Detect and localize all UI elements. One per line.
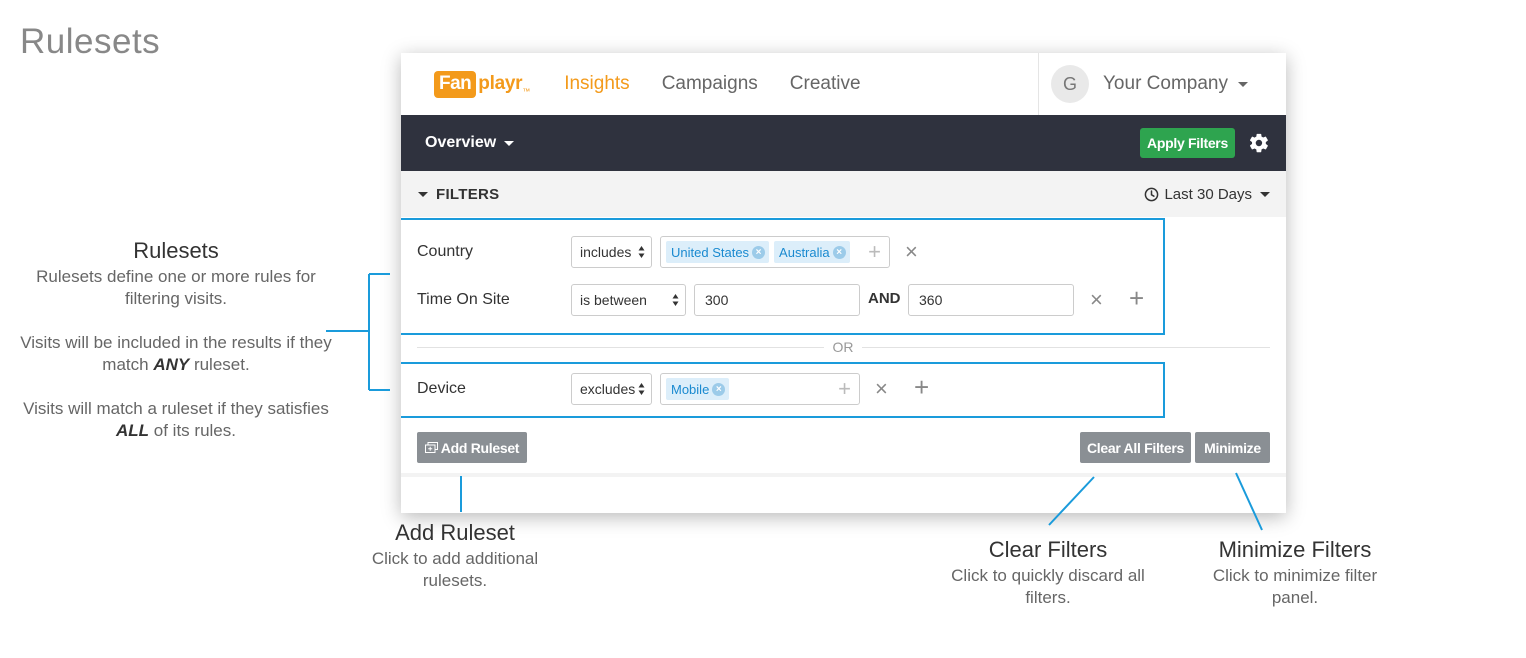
add-rule-icon[interactable]: + <box>1129 285 1144 311</box>
rule-row-country: Country includes United States × Australi… <box>401 235 1286 269</box>
value-tag-input[interactable]: Mobile × + <box>660 373 860 405</box>
max-value-input[interactable]: 360 <box>908 284 1074 316</box>
add-ruleset-annotation: Add Ruleset Click to add additional rule… <box>355 520 555 592</box>
logo-text: playr <box>478 73 523 94</box>
rule-row-device: Device excludes Mobile × + × + <box>401 372 1286 406</box>
rulesets-annotation-title: Rulesets <box>133 238 219 263</box>
company-name: Your Company <box>1103 73 1228 94</box>
operator-select[interactable]: is between <box>571 284 686 316</box>
chevron-down-icon <box>504 140 515 146</box>
page-title: Rulesets <box>20 22 161 61</box>
add-ruleset-annotation-body: Click to add additional rulesets. <box>371 549 539 590</box>
add-rule-icon[interactable]: + <box>914 374 929 400</box>
select-arrows-icon <box>638 246 645 258</box>
tag-label: Mobile <box>671 381 710 397</box>
select-arrows-icon <box>672 294 679 306</box>
operator-select[interactable]: excludes <box>571 373 652 405</box>
add-ruleset-button[interactable]: Add Ruleset <box>417 432 527 463</box>
or-label: OR <box>824 339 862 355</box>
clear-all-filters-button[interactable]: Clear All Filters <box>1080 432 1191 463</box>
clock-icon <box>1145 187 1159 201</box>
add-tag-icon[interactable]: + <box>838 378 851 400</box>
tag-mobile: Mobile × <box>666 378 730 400</box>
rulesets-annotation: Rulesets Rulesets define one or more rul… <box>20 238 332 442</box>
chevron-down-icon <box>1260 191 1270 197</box>
logo-trademark: ™ <box>522 86 531 96</box>
minimize-filters-annotation-body: Click to minimize filter panel. <box>1212 566 1378 607</box>
operator-select[interactable]: includes <box>571 236 652 268</box>
rulesets-annotation-body: Rulesets define one or more rules for fi… <box>20 266 332 442</box>
add-ruleset-label: Add Ruleset <box>440 439 520 456</box>
remove-rule-icon[interactable]: × <box>875 378 888 400</box>
add-tag-icon[interactable]: + <box>868 241 881 263</box>
operator-value: includes <box>580 244 632 260</box>
top-navbar: Fan playr ™ Insights Campaigns Creative … <box>401 53 1286 115</box>
p2-text-b: ruleset. <box>189 355 250 374</box>
minimize-button[interactable]: Minimize <box>1195 432 1270 463</box>
tag-australia: Australia × <box>774 241 850 263</box>
filters-header: FILTERS Last 30 Days <box>401 171 1286 217</box>
remove-tag-icon[interactable]: × <box>832 245 846 259</box>
tag-united-states: United States × <box>666 241 770 263</box>
minimize-filters-annotation-title: Minimize Filters <box>1218 537 1372 562</box>
toolbar: Overview Apply Filters <box>401 115 1286 171</box>
gear-icon[interactable] <box>1248 132 1270 154</box>
nav-campaigns[interactable]: Campaigns <box>662 73 758 95</box>
add-ruleset-annotation-title: Add Ruleset <box>395 520 515 545</box>
rule-field-label: Device <box>417 380 466 397</box>
minimize-filters-annotation: Minimize Filters Click to minimize filte… <box>1190 537 1400 609</box>
ruleset-bracket-line <box>326 273 390 391</box>
p3-text-a: Visits will match a ruleset if they sati… <box>23 399 329 418</box>
min-value-input[interactable]: 300 <box>694 284 860 316</box>
date-range-label: Last 30 Days <box>1164 185 1252 203</box>
remove-rule-icon[interactable]: × <box>1090 289 1103 311</box>
filters-body: Country includes United States × Australi… <box>401 217 1286 513</box>
rule-field-label: Time On Site <box>417 291 510 308</box>
value-tag-input[interactable]: United States × Australia × + <box>660 236 890 268</box>
and-label: AND <box>868 290 901 307</box>
clear-filters-annotation-title: Clear Filters <box>988 537 1108 562</box>
operator-value: excludes <box>580 381 636 397</box>
app-window: Fan playr ™ Insights Campaigns Creative … <box>401 53 1286 513</box>
rulesets-annotation-p2: Visits will be included in the results i… <box>20 332 332 376</box>
avatar: G <box>1051 65 1089 103</box>
chevron-down-icon <box>1237 81 1248 87</box>
apply-filters-button[interactable]: Apply Filters <box>1140 128 1235 158</box>
remove-rule-icon[interactable]: × <box>905 241 918 263</box>
rule-field-label: Country <box>417 243 474 260</box>
clear-filters-annotation: Clear Filters Click to quickly discard a… <box>935 537 1161 609</box>
fanplayr-logo[interactable]: Fan playr ™ <box>434 70 531 98</box>
date-range-dropdown[interactable]: Last 30 Days <box>1144 171 1270 217</box>
company-menu[interactable]: G Your Company <box>1038 53 1286 115</box>
remove-tag-icon[interactable]: × <box>712 382 726 396</box>
filters-title: FILTERS <box>436 185 500 203</box>
filters-toggle[interactable]: FILTERS <box>418 186 499 203</box>
tag-label: Australia <box>779 244 830 260</box>
logo-box: Fan <box>434 70 477 98</box>
add-ruleset-icon <box>424 442 438 453</box>
rulesets-annotation-p3: Visits will match a ruleset if they sati… <box>20 398 332 442</box>
view-dropdown-label: Overview <box>425 134 497 151</box>
rule-row-time-on-site: Time On Site is between 300 AND 360 × + <box>401 283 1286 317</box>
tag-label: United States <box>671 244 750 260</box>
select-arrows-icon <box>638 383 645 395</box>
p2-emphasis: ANY <box>153 355 190 374</box>
operator-value: is between <box>580 292 647 308</box>
rulesets-annotation-p1: Rulesets define one or more rules for fi… <box>36 267 316 308</box>
clear-filters-annotation-body: Click to quickly discard all filters. <box>951 566 1145 607</box>
nav-creative[interactable]: Creative <box>790 73 861 95</box>
remove-tag-icon[interactable]: × <box>752 245 766 259</box>
panel-bottom-border <box>401 473 1286 477</box>
nav-insights[interactable]: Insights <box>564 73 629 95</box>
p3-text-b: of its rules. <box>149 421 236 440</box>
p3-emphasis: ALL <box>116 421 150 440</box>
chevron-down-icon <box>418 191 428 197</box>
view-dropdown[interactable]: Overview <box>425 134 515 152</box>
